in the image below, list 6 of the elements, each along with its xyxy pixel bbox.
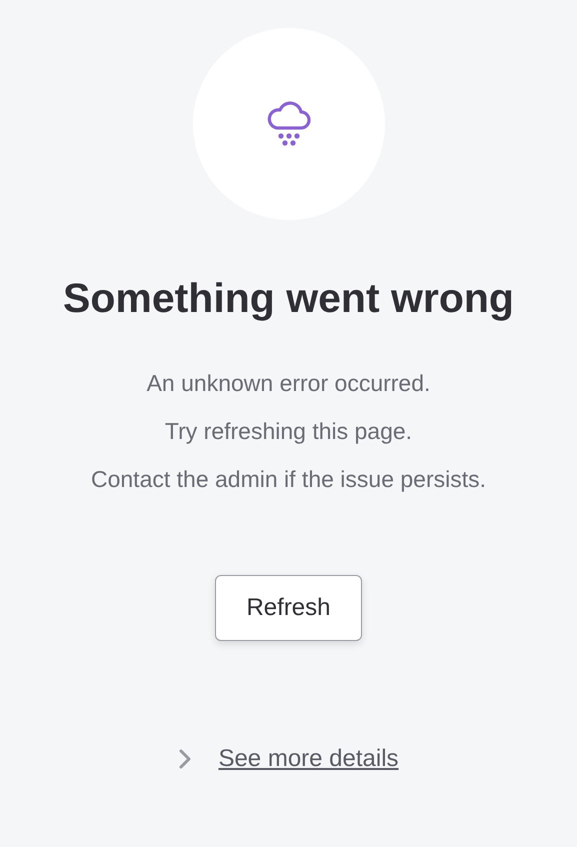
error-title: Something went wrong: [63, 274, 514, 323]
error-message: Try refreshing this page.: [164, 417, 414, 446]
details-link[interactable]: See more details: [218, 741, 399, 778]
error-message: An unknown error occurred.: [146, 369, 432, 398]
error-message: Contact the admin if the issue persists.: [90, 465, 486, 494]
refresh-button[interactable]: Refresh: [215, 575, 362, 642]
